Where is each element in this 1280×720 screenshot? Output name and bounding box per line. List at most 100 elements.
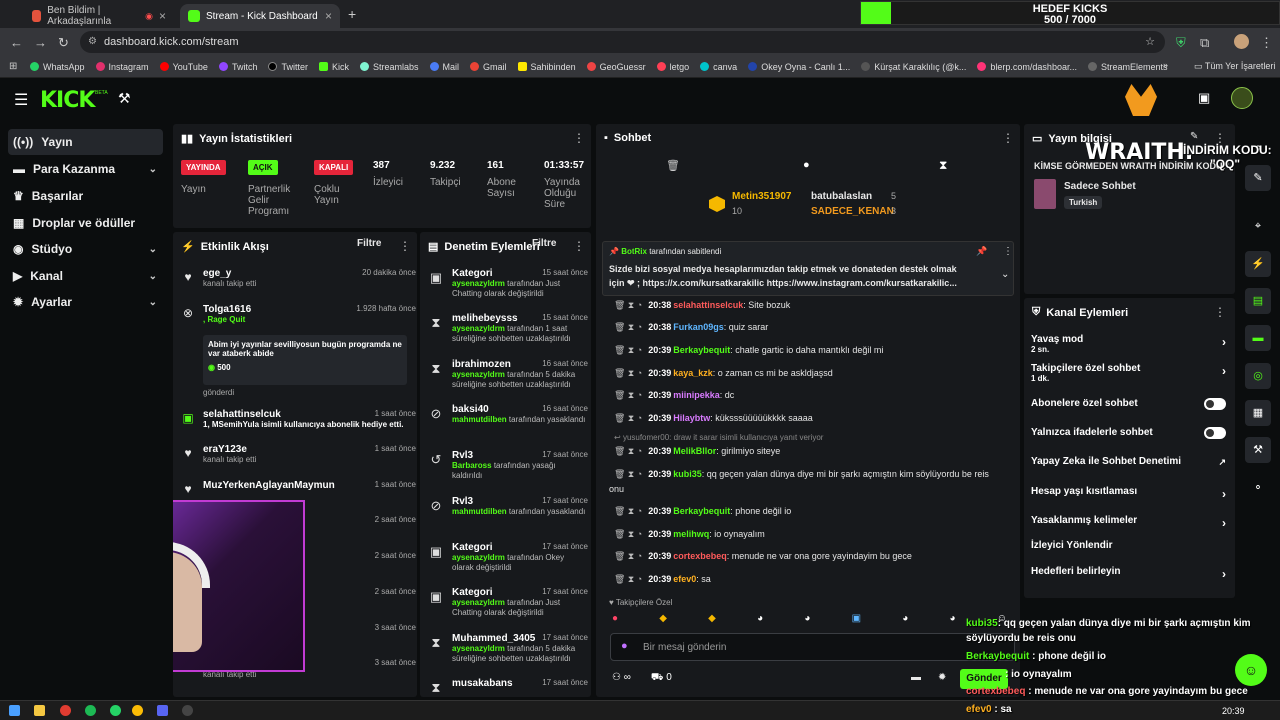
- more-options-icon[interactable]: ⋮: [1003, 246, 1013, 257]
- bookmark-mail[interactable]: Mail: [429, 62, 459, 72]
- mic-icon[interactable]: ●: [621, 640, 628, 652]
- goals-setting[interactable]: Hedefleri belirleyin ›: [1031, 566, 1226, 581]
- bookmark-whatsapp[interactable]: WhatsApp: [30, 62, 85, 72]
- spotify-icon[interactable]: [85, 705, 96, 716]
- chat-bubble-icon[interactable]: ▬: [911, 672, 921, 683]
- sidebar-item-studyo[interactable]: ◉ Stüdyo ⌄: [8, 236, 163, 262]
- more-bookmarks-icon[interactable]: »: [1163, 60, 1168, 70]
- more-options-icon[interactable]: ⋮: [573, 239, 585, 253]
- subscribers-only-toggle[interactable]: [1204, 398, 1226, 410]
- chevron-down-icon[interactable]: ⌄: [1001, 269, 1009, 280]
- back-icon[interactable]: ←: [10, 35, 23, 50]
- mod-actor[interactable]: aysenazyldrm: [452, 598, 505, 607]
- bookmark-sahibinden[interactable]: Sahibinden: [517, 62, 576, 72]
- emotes-only-toggle[interactable]: [1204, 427, 1226, 439]
- sidebar-item-basarilar[interactable]: ♛ Başarılar: [8, 183, 163, 209]
- bookmark-twitch[interactable]: Twitch: [218, 62, 257, 72]
- trash-icon[interactable]: 🗑: [666, 159, 680, 172]
- bookmark-blerp[interactable]: blerp.com/dashboar...: [977, 62, 1077, 72]
- gift-icon[interactable]: ⛟: [651, 672, 666, 683]
- message-mod-actions-icon[interactable]: 🗑 ⧗ ◔: [614, 300, 642, 310]
- mod-actor[interactable]: mahmutdilben: [452, 507, 507, 516]
- hourglass-icon[interactable]: ⧗: [939, 158, 947, 173]
- file-explorer-icon[interactable]: [34, 705, 45, 716]
- message-username[interactable]: Berkaybequit: [673, 345, 730, 355]
- filter-button[interactable]: Filtre: [357, 238, 381, 249]
- edit-icon[interactable]: ✎: [1245, 165, 1271, 191]
- share-icon[interactable]: ⚬: [1245, 475, 1271, 501]
- sidebar-item-ayarlar[interactable]: ✹ Ayarlar ⌄: [8, 289, 163, 315]
- apps-grid-icon[interactable]: ⊞: [9, 61, 17, 72]
- panda-emote-icon[interactable]: ◕: [902, 613, 908, 627]
- bookmark-kursat[interactable]: Kürşat Karaklılıç (@k...: [861, 62, 966, 72]
- emote-icon[interactable]: ◆: [708, 613, 716, 627]
- bookmark-canva[interactable]: canva: [700, 62, 737, 72]
- sidebar-item-kanal[interactable]: ▶ Kanal ⌄: [8, 263, 163, 289]
- panda-emote-icon[interactable]: ◕: [757, 613, 763, 627]
- emote-icon[interactable]: ◆: [659, 613, 667, 627]
- unpin-icon[interactable]: 📌: [976, 246, 987, 257]
- new-tab-button[interactable]: +: [348, 6, 356, 22]
- emote-icon[interactable]: ●: [612, 613, 618, 627]
- message-mod-actions-icon[interactable]: 🗑 ⧗ ◔: [614, 529, 642, 539]
- forward-icon[interactable]: →: [34, 35, 47, 50]
- bookmark-star-icon[interactable]: ☆: [1145, 31, 1155, 53]
- broadcast-icon[interactable]: ◎: [1245, 363, 1271, 389]
- obs-icon[interactable]: [182, 705, 193, 716]
- message-mod-actions-icon[interactable]: 🗑 ⧗ ◔: [614, 574, 642, 584]
- mod-actor[interactable]: Barbaross: [452, 461, 492, 470]
- reload-icon[interactable]: ↻: [58, 35, 69, 51]
- bookmark-youtube[interactable]: YouTube: [159, 62, 208, 72]
- close-tab-icon[interactable]: ×: [159, 9, 166, 23]
- all-bookmarks-folder[interactable]: ▭ Tüm Yer İşaretleri: [1194, 61, 1275, 72]
- app-icon[interactable]: [60, 705, 71, 716]
- bookmark-geoguessr[interactable]: GeoGuessr: [586, 62, 646, 72]
- browser-tab-benbildim[interactable]: Ben Bildim | Arkadaşlarınla ◉ ×: [24, 4, 174, 28]
- message-username[interactable]: miinipekka: [673, 390, 720, 400]
- bolt-icon[interactable]: ⚡: [1245, 251, 1271, 277]
- bookmark-kick[interactable]: Kick: [318, 62, 349, 72]
- shield-extension-icon[interactable]: ⛨: [1176, 35, 1186, 51]
- message-username[interactable]: melihwq: [673, 529, 709, 539]
- raid-setting[interactable]: İzleyici Yönlendir: [1031, 540, 1226, 551]
- tools-icon[interactable]: ⚒: [118, 90, 131, 107]
- bookmark-twitter[interactable]: Twitter: [268, 62, 308, 72]
- more-options-icon[interactable]: ⋮: [399, 239, 411, 253]
- stream-tag[interactable]: Turkish: [1064, 196, 1103, 209]
- bookmark-streamlabs[interactable]: Streamlabs: [359, 62, 419, 72]
- bookmark-okey[interactable]: Okey Oyna - Canlı 1...: [748, 62, 850, 72]
- message-username[interactable]: kubi35: [673, 469, 702, 479]
- message-mod-actions-icon[interactable]: 🗑 ⧗ ◔: [614, 469, 642, 479]
- capture-icon[interactable]: ⌖: [1245, 213, 1271, 239]
- clipboard-icon[interactable]: ▤: [1245, 288, 1271, 314]
- message-mod-actions-icon[interactable]: 🗑 ⧗ ◔: [614, 446, 642, 456]
- message-username[interactable]: MelikBllor: [673, 446, 716, 456]
- browser-tab-kick[interactable]: Stream - Kick Dashboard ×: [180, 4, 340, 28]
- gifter-name[interactable]: SADECE_KENAN: [811, 206, 894, 217]
- bookmark-instagram[interactable]: Instagram: [95, 62, 149, 72]
- message-username[interactable]: efev0: [673, 574, 696, 584]
- url-input[interactable]: ⚙ dashboard.kick.com/stream ☆: [80, 31, 1165, 53]
- archive-icon[interactable]: ▦: [1245, 400, 1271, 426]
- whatsapp-icon[interactable]: [110, 705, 121, 716]
- slow-mode-setting[interactable]: Yavaş mod 2 sn. ›: [1031, 334, 1226, 354]
- top-gifter-name[interactable]: Metin351907: [732, 191, 791, 202]
- message-mod-actions-icon[interactable]: 🗑 ⧗ ◔: [614, 413, 642, 423]
- extensions-icon[interactable]: ⧉: [1200, 35, 1209, 51]
- chrome-icon[interactable]: [132, 705, 143, 716]
- message-username[interactable]: cortexbebeq: [673, 551, 727, 561]
- banned-words-setting[interactable]: Yasaklanmış kelimeler ›: [1031, 515, 1226, 530]
- profile-avatar[interactable]: [1234, 34, 1249, 49]
- user-avatar[interactable]: [1231, 87, 1253, 109]
- panda-emote-icon[interactable]: ◕: [804, 613, 810, 627]
- followers-only-setting[interactable]: Takipçilere özel sohbet 1 dk. ›: [1031, 363, 1226, 383]
- mod-actor[interactable]: aysenazyldrm: [452, 370, 505, 379]
- site-info-icon[interactable]: ⚙: [88, 31, 97, 53]
- message-username[interactable]: Berkaybequit: [673, 506, 730, 516]
- mod-actor[interactable]: aysenazyldrm: [452, 553, 505, 562]
- panda-emote-icon[interactable]: ◕: [949, 613, 955, 627]
- filter-button[interactable]: Filtre: [532, 238, 556, 249]
- stream-category[interactable]: Sadece Sohbet: [1064, 181, 1136, 192]
- mod-actor[interactable]: aysenazyldrm: [452, 279, 505, 288]
- message-username[interactable]: Hilaybtw: [673, 413, 710, 423]
